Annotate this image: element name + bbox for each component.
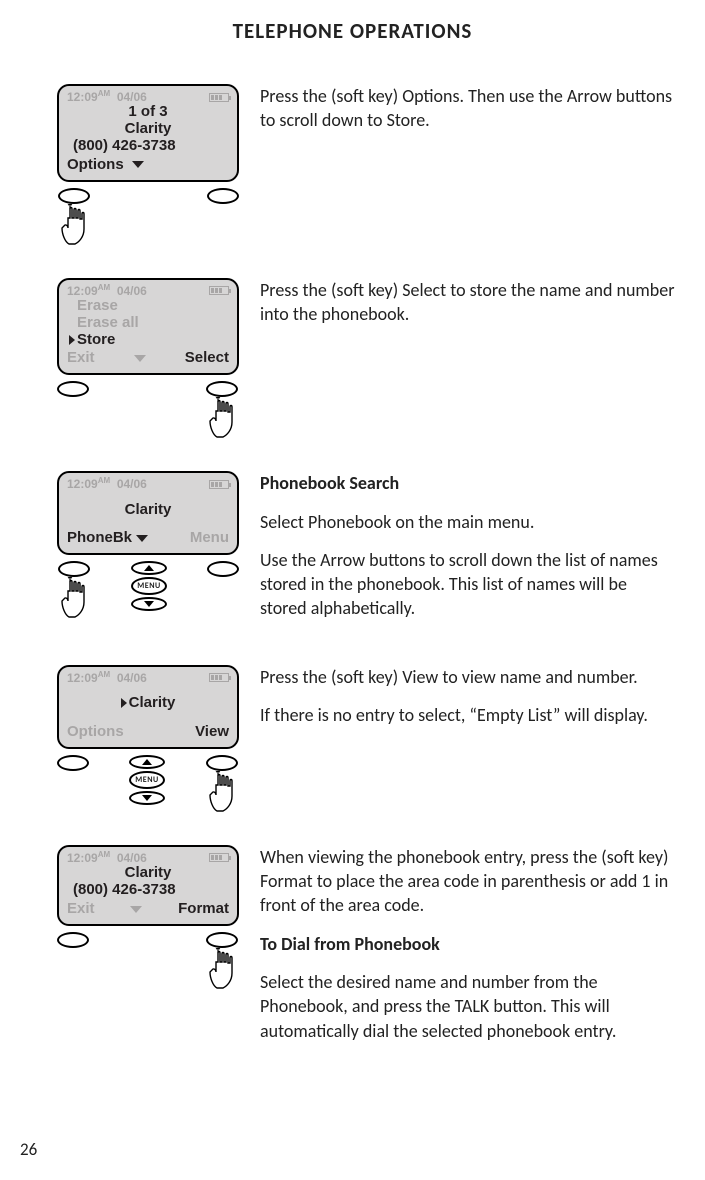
- status-bar: 12:09AM 04/06: [67, 851, 229, 865]
- down-triangle-icon: [134, 355, 146, 362]
- left-softkey-button[interactable]: [57, 381, 89, 397]
- right-softkey-button[interactable]: [206, 932, 238, 948]
- softkey-view[interactable]: View: [195, 724, 229, 741]
- menu-item-erase: Erase: [67, 298, 229, 315]
- step-2: 12:09AM 04/06 Erase Erase all Store Exit…: [0, 278, 705, 442]
- softkey-options[interactable]: Options: [67, 157, 144, 174]
- step-5: 12:09AM 04/06 Clarity (800) 426-3738 Exi…: [0, 845, 705, 1057]
- page-number: 26: [20, 1139, 37, 1160]
- left-softkey-button[interactable]: [57, 755, 89, 771]
- instruction-text: Press the (soft key) Select to store the…: [260, 278, 675, 327]
- battery-icon: [209, 853, 229, 862]
- instruction-text: If there is no entry to select, “Empty L…: [260, 703, 675, 727]
- phonebook-search-heading: Phonebook Search: [260, 471, 675, 495]
- instruction-text: Press the (soft key) Options. Then use t…: [260, 84, 675, 133]
- softkey-select[interactable]: Select: [185, 350, 229, 367]
- softkey-phonebk[interactable]: PhoneBk: [67, 530, 148, 547]
- battery-icon: [209, 286, 229, 295]
- softkey-exit[interactable]: Exit: [67, 901, 95, 918]
- status-bar: 12:09AM 04/06: [67, 284, 229, 298]
- entry-name: Clarity: [67, 865, 229, 882]
- caller-count: 1 of 3: [67, 104, 229, 121]
- hand-pointer-icon: [205, 397, 239, 441]
- menu-item-erase-all: Erase all: [67, 315, 229, 332]
- instruction-text: When viewing the phonebook entry, press …: [260, 845, 675, 918]
- phone-screen-3: 12:09AM 04/06 Clarity PhoneBk Menu: [57, 471, 239, 555]
- cursor-icon: [69, 335, 75, 345]
- up-arrow-button[interactable]: [129, 755, 165, 769]
- phone-screen-1: 12:09AM 04/06 1 of 3 Clarity (800) 426-3…: [57, 84, 239, 182]
- up-arrow-button[interactable]: [131, 561, 167, 575]
- softkey-format[interactable]: Format: [178, 901, 229, 918]
- right-softkey-button[interactable]: [206, 755, 238, 771]
- left-softkey-button[interactable]: [58, 188, 90, 204]
- entry-number: (800) 426-3738: [67, 882, 229, 899]
- status-bar: 12:09AM 04/06: [67, 90, 229, 104]
- status-bar: 12:09AM 04/06: [67, 477, 229, 491]
- right-softkey-button[interactable]: [207, 561, 239, 577]
- instruction-text: Use the Arrow buttons to scroll down the…: [260, 548, 675, 621]
- cursor-icon: [121, 698, 127, 708]
- battery-icon: [209, 673, 229, 682]
- phone-screen-2: 12:09AM 04/06 Erase Erase all Store Exit…: [57, 278, 239, 376]
- hand-pointer-icon: [205, 948, 239, 992]
- step-1: 12:09AM 04/06 1 of 3 Clarity (800) 426-3…: [0, 84, 705, 248]
- hand-pointer-icon: [205, 771, 239, 815]
- caller-number: (800) 426-3738: [67, 138, 229, 155]
- step-4: 12:09AM 04/06 Clarity Options View MENU: [0, 665, 705, 815]
- right-softkey-button[interactable]: [206, 381, 238, 397]
- instruction-text: Press the (soft key) View to view name a…: [260, 665, 675, 689]
- softkey-menu[interactable]: Menu: [190, 530, 229, 547]
- softkey-exit[interactable]: Exit: [67, 350, 95, 367]
- dial-from-phonebook-heading: To Dial from Phonebook: [260, 932, 675, 956]
- softkey-options[interactable]: Options: [67, 724, 124, 741]
- menu-item-store: Store: [67, 332, 229, 349]
- phone-screen-4: 12:09AM 04/06 Clarity Options View: [57, 665, 239, 749]
- phone-screen-5: 12:09AM 04/06 Clarity (800) 426-3738 Exi…: [57, 845, 239, 926]
- menu-button[interactable]: MENU: [129, 771, 165, 789]
- down-triangle-icon: [132, 161, 144, 168]
- instruction-text: Select Phonebook on the main menu.: [260, 510, 675, 534]
- menu-button[interactable]: MENU: [131, 577, 167, 595]
- status-bar: 12:09AM 04/06: [67, 671, 229, 685]
- left-softkey-button[interactable]: [58, 561, 90, 577]
- right-softkey-button[interactable]: [207, 188, 239, 204]
- down-arrow-button[interactable]: [129, 791, 165, 805]
- down-arrow-button[interactable]: [131, 597, 167, 611]
- hand-pointer-icon: [57, 577, 91, 621]
- entry-name: Clarity: [67, 695, 229, 712]
- down-triangle-icon: [130, 906, 142, 913]
- battery-icon: [209, 93, 229, 102]
- step-3: 12:09AM 04/06 Clarity PhoneBk Menu MENU: [0, 471, 705, 634]
- caller-name: Clarity: [67, 121, 229, 138]
- entry-name: Clarity: [67, 502, 229, 519]
- down-triangle-icon: [136, 535, 148, 542]
- page-title: TELEPHONE OPERATIONS: [0, 18, 705, 44]
- instruction-text: Select the desired name and number from …: [260, 970, 675, 1043]
- battery-icon: [209, 480, 229, 489]
- left-softkey-button[interactable]: [57, 932, 89, 948]
- hand-pointer-icon: [57, 204, 91, 248]
